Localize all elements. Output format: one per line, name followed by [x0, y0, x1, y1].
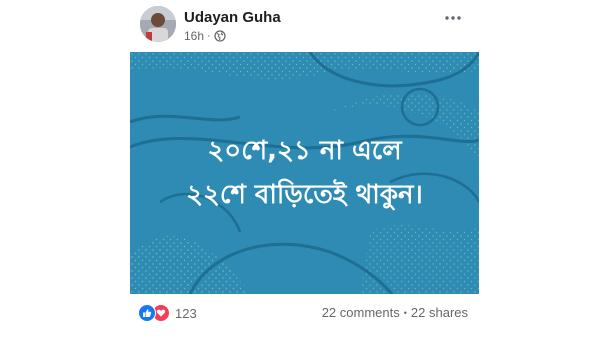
post-image[interactable]: ২০শে,২১ না এলে ২২শে বাড়িতেই থাকুন।: [130, 52, 479, 294]
reaction-summary[interactable]: 123: [138, 304, 197, 322]
image-caption-line-2: ২২শে বাড়িতেই থাকুন।: [186, 180, 423, 210]
meta-separator: ·: [207, 30, 211, 42]
reaction-bar: 123 22 comments • 22 shares: [138, 302, 472, 324]
comments-count[interactable]: 22 comments: [322, 305, 400, 320]
like-icon: [138, 304, 156, 322]
post-time[interactable]: 16h: [184, 29, 204, 43]
globe-icon[interactable]: [214, 30, 226, 42]
ellipsis-icon[interactable]: [438, 6, 468, 30]
avatar[interactable]: [140, 6, 176, 42]
post-header: Udayan Guha 16h ·: [136, 4, 476, 48]
stats-separator: •: [403, 307, 407, 318]
reaction-count: 123: [175, 305, 197, 321]
image-caption: ২০শে,২১ না এলে ২২শে বাড়িতেই থাকুন।: [130, 52, 479, 294]
author-name[interactable]: Udayan Guha: [184, 9, 281, 26]
shares-count[interactable]: 22 shares: [411, 305, 468, 320]
image-caption-line-1: ২০শে,২১ না এলে: [207, 136, 402, 166]
avatar-image: [140, 6, 176, 42]
engagement-stats: 22 comments • 22 shares: [322, 305, 468, 320]
facebook-post: Udayan Guha 16h · ২০শে,২১ না এলে ২২শে বা…: [0, 0, 600, 338]
post-meta: 16h ·: [184, 28, 226, 44]
